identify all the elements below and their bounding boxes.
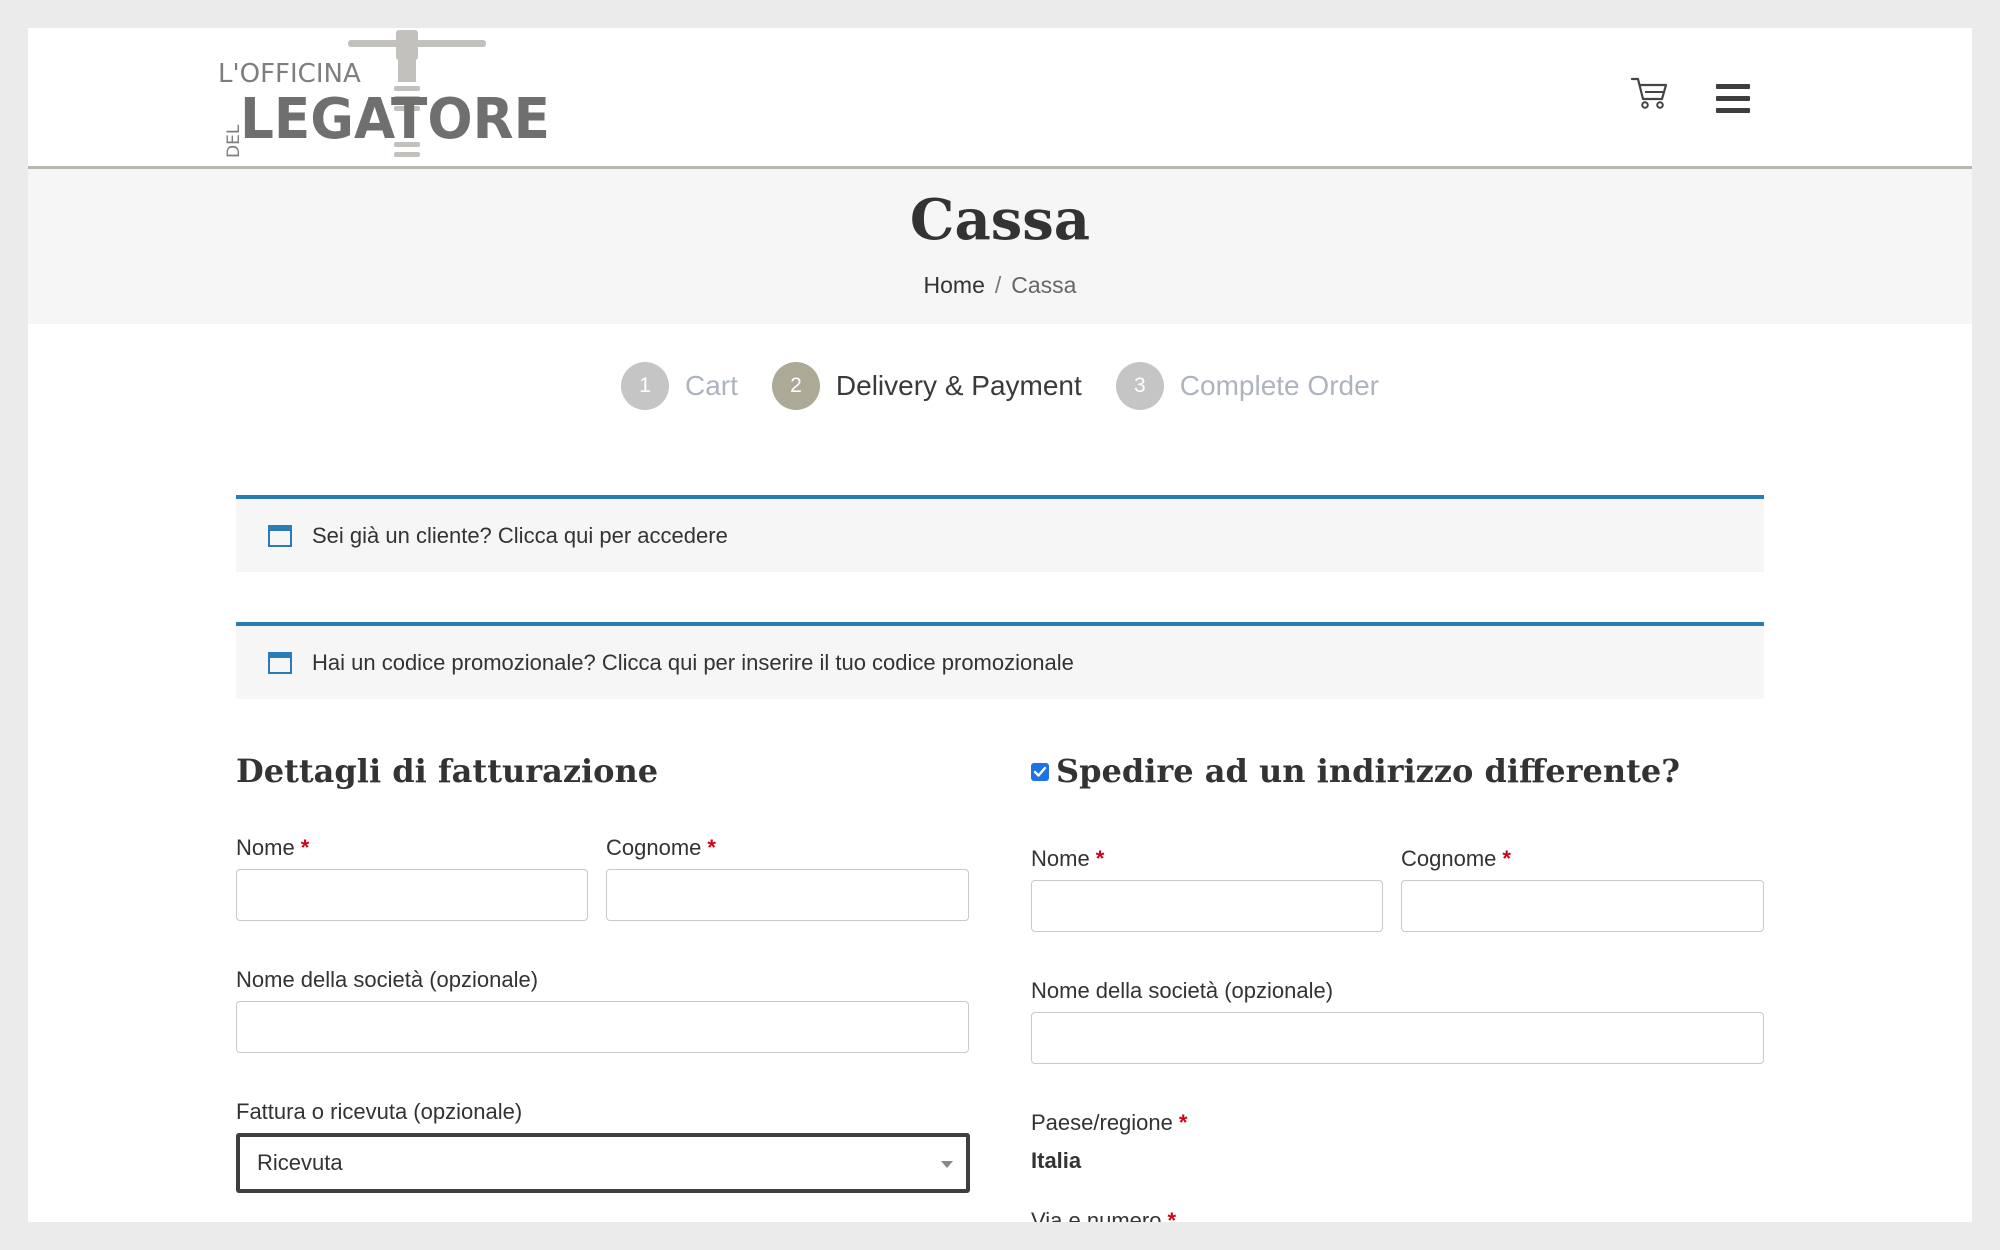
label-text: Paese/regione <box>1031 1110 1173 1135</box>
shipping-first-name-input[interactable] <box>1031 880 1383 932</box>
page-title: Cassa <box>909 187 1091 253</box>
shipping-first-name-label: Nome * <box>1031 846 1104 872</box>
ship-different-checkbox[interactable] <box>1031 763 1049 781</box>
billing-first-name-input[interactable] <box>236 869 588 921</box>
checkout-steps: 1 Cart 2 Delivery & Payment 3 Complete O… <box>28 358 1972 414</box>
svg-text:L'OFFICINA: L'OFFICINA <box>218 59 361 89</box>
breadcrumb-home-link[interactable]: Home <box>924 272 985 298</box>
svg-text:LEGATORE: LEGATORE <box>240 87 550 152</box>
billing-title: Dettagli di fatturazione <box>236 752 659 790</box>
required-mark: * <box>707 835 716 860</box>
breadcrumb: Home / Cassa <box>28 272 1972 299</box>
step-number: 2 <box>771 362 820 410</box>
label-text: Cognome <box>606 835 702 860</box>
billing-first-name-label: Nome * <box>236 835 309 861</box>
page: L'OFFICINA DEL LEGATORE Cassa Home / Cassa… <box>28 28 1972 1222</box>
required-mark: * <box>1178 1110 1188 1135</box>
required-mark: * <box>300 835 310 860</box>
cart-icon[interactable] <box>1630 74 1670 112</box>
step-number: 1 <box>621 362 670 410</box>
shipping-company-label: Nome della società (opzionale) <box>1031 978 1334 1003</box>
window-icon <box>268 524 292 547</box>
breadcrumb-current: Cassa <box>1011 272 1077 298</box>
select-value: Ricevuta <box>257 1150 343 1175</box>
coupon-notice-link[interactable]: Hai un codice promozionale? Clicca qui p… <box>312 650 1074 676</box>
billing-company-input[interactable] <box>236 1001 969 1053</box>
shipping-last-name-input[interactable] <box>1401 880 1764 932</box>
step-complete-order[interactable]: 3 Complete Order <box>1115 362 1379 410</box>
step-label: Complete Order <box>1179 370 1379 401</box>
step-label: Delivery & Payment <box>835 370 1082 401</box>
step-number: 3 <box>1115 362 1164 410</box>
step-delivery-payment[interactable]: 2 Delivery & Payment <box>771 362 1082 410</box>
label-text: Nome <box>1031 846 1090 871</box>
shipping-company-input[interactable] <box>1031 1012 1764 1064</box>
required-mark: * <box>1502 846 1511 871</box>
coupon-notice[interactable]: Hai un codice promozionale? Clicca qui p… <box>236 622 1764 699</box>
label-text: Via e numero <box>1031 1208 1162 1222</box>
chevron-down-icon <box>941 1161 953 1168</box>
billing-company-label: Nome della società (opzionale) <box>236 967 539 992</box>
billing-invoice-label: Fattura o ricevuta (opzionale) <box>236 1099 523 1124</box>
breadcrumb-separator: / <box>994 272 1002 298</box>
shipping-last-name-label: Cognome * <box>1401 846 1511 872</box>
billing-last-name-label: Cognome * <box>606 835 716 861</box>
required-mark: * <box>1167 1208 1177 1222</box>
label-text: Nome <box>236 835 295 860</box>
login-notice-link[interactable]: Sei già un cliente? Clicca qui per acced… <box>312 523 728 549</box>
hamburger-menu-icon[interactable] <box>1716 84 1752 118</box>
login-notice[interactable]: Sei già un cliente? Clicca qui per acced… <box>236 495 1764 572</box>
site-logo[interactable]: L'OFFICINA DEL LEGATORE <box>218 30 578 165</box>
page-title-bar: Cassa Home / Cassa <box>28 169 1972 324</box>
step-label: Cart <box>685 370 738 401</box>
shipping-country-label: Paese/regione * <box>1031 1110 1187 1136</box>
label-text: Cognome <box>1401 846 1497 871</box>
shipping-country-value: Italia <box>1031 1148 1082 1173</box>
billing-invoice-select[interactable]: Ricevuta <box>236 1133 970 1193</box>
site-header: L'OFFICINA DEL LEGATORE <box>28 28 1972 169</box>
checkmark-icon <box>1033 766 1047 777</box>
required-mark: * <box>1095 846 1105 871</box>
billing-last-name-input[interactable] <box>606 869 969 921</box>
step-cart[interactable]: 1 Cart <box>621 362 738 410</box>
window-icon <box>268 651 292 674</box>
shipping-street-label: Via e numero * <box>1031 1208 1176 1222</box>
shipping-title[interactable]: Spedire ad un indirizzo differente? <box>1056 752 1680 790</box>
